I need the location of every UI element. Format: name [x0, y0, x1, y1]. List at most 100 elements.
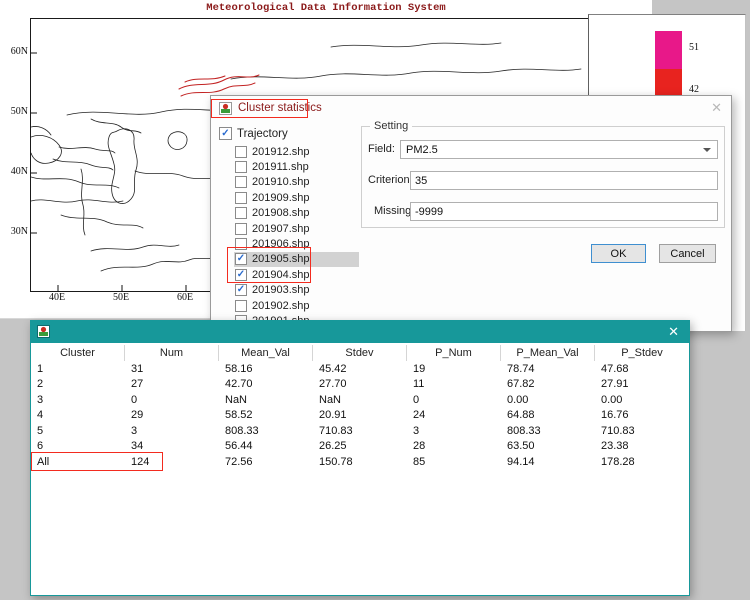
file-item[interactable]: 201906.shp [234, 236, 359, 251]
field-select-value: PM2.5 [406, 144, 438, 156]
file-checkbox[interactable] [235, 161, 247, 173]
tree-root-label: Trajectory [237, 128, 288, 140]
file-label: 201902.shp [252, 300, 310, 312]
x-tick-label: 50E [108, 292, 134, 303]
table-row[interactable]: 30NaNNaN00.000.00 [31, 392, 689, 408]
table-row[interactable]: 53808.33710.833808.33710.83 [31, 423, 689, 439]
table-cell: 67.82 [501, 378, 595, 390]
file-checkbox[interactable] [235, 223, 247, 235]
table-cell: 29 [125, 409, 219, 421]
file-item[interactable]: 201902.shp [234, 298, 359, 313]
table-titlebar: ✕ [31, 321, 689, 343]
table-cell: 178.28 [595, 456, 689, 468]
file-label: 201912.shp [252, 146, 310, 158]
file-checkbox[interactable]: ✓ [235, 269, 247, 281]
file-label: 201907.shp [252, 223, 310, 235]
cluster-statistics-dialog: Cluster statistics ✕ ✓ Trajectory 201912… [210, 95, 732, 332]
table-cell: 3 [31, 394, 125, 406]
cancel-button[interactable]: Cancel [659, 244, 716, 263]
table-cell: 808.33 [219, 425, 313, 437]
table-cell: 11 [407, 378, 501, 390]
column-header[interactable]: Stdev [313, 345, 407, 361]
column-header[interactable]: P_Stdev [595, 345, 689, 361]
table-cell: 27 [125, 378, 219, 390]
missing-input[interactable] [410, 202, 718, 221]
table-row[interactable]: 63456.4426.252863.5023.38 [31, 439, 689, 455]
file-item[interactable]: 201912.shp [234, 144, 359, 159]
colorbar-swatch [655, 31, 682, 69]
table-header: ClusterNumMean_ValStdevP_NumP_Mean_ValP_… [31, 345, 689, 361]
table-cell: 6 [31, 440, 125, 452]
y-tick-label: 30N [4, 226, 28, 237]
table-cell: 24 [407, 409, 501, 421]
colorbar-label: 42 [689, 84, 699, 95]
table-cell: 85 [407, 456, 501, 468]
file-item[interactable]: 201908.shp [234, 206, 359, 221]
file-label: 201909.shp [252, 192, 310, 204]
file-checkbox[interactable] [235, 207, 247, 219]
file-item[interactable]: ✓201903.shp [234, 283, 359, 298]
table-row[interactable]: All12472.56150.788594.14178.28 [31, 454, 689, 470]
table-cell: 710.83 [313, 425, 407, 437]
colorbar-label: 51 [689, 42, 699, 53]
file-item[interactable]: 201909.shp [234, 190, 359, 205]
file-checkbox[interactable] [235, 192, 247, 204]
file-item[interactable]: ✓201904.shp [234, 267, 359, 282]
table-cell: 28 [407, 440, 501, 452]
x-tick-label: 60E [172, 292, 198, 303]
table-cell: 58.52 [219, 409, 313, 421]
table-row[interactable]: 13158.1645.421978.7447.68 [31, 361, 689, 377]
dialog-icon [219, 102, 232, 120]
trajectory-checkbox[interactable]: ✓ [219, 127, 232, 140]
file-checkbox[interactable] [235, 238, 247, 250]
table-cell: 27.70 [313, 378, 407, 390]
column-header[interactable]: Num [125, 345, 219, 361]
criterion-input[interactable] [410, 171, 718, 190]
file-label: 201911.shp [252, 161, 309, 173]
ok-button[interactable]: OK [591, 244, 646, 263]
table-cell: 20.91 [313, 409, 407, 421]
table-cell: 47.68 [595, 363, 689, 375]
field-label: Field: [368, 143, 395, 155]
dialog-title: Cluster statistics [238, 102, 322, 114]
file-item[interactable]: 201907.shp [234, 221, 359, 236]
table-cell: 0 [407, 394, 501, 406]
table-cell: NaN [219, 394, 313, 406]
y-tick-label: 50N [4, 106, 28, 117]
table-cell: 27.91 [595, 378, 689, 390]
file-checkbox[interactable] [235, 176, 247, 188]
file-checkbox[interactable]: ✓ [235, 253, 247, 265]
table-cell: 4 [31, 409, 125, 421]
tree-root-trajectory[interactable]: ✓ Trajectory [219, 126, 288, 141]
file-checkbox[interactable] [235, 146, 247, 158]
cluster-table-window: ✕ ClusterNumMean_ValStdevP_NumP_Mean_Val… [30, 320, 690, 596]
table-cell: 45.42 [313, 363, 407, 375]
column-header[interactable]: Mean_Val [219, 345, 313, 361]
field-select[interactable]: PM2.5 [400, 140, 718, 159]
file-label: 201905.shp [252, 253, 310, 265]
table-row[interactable]: 42958.5220.912464.8816.76 [31, 408, 689, 424]
column-header[interactable]: P_Num [407, 345, 501, 361]
file-item[interactable]: 201911.shp [234, 159, 359, 174]
table-cell: 1 [31, 363, 125, 375]
close-icon[interactable]: ✕ [668, 324, 679, 340]
table-cell: 64.88 [501, 409, 595, 421]
table-cell: 5 [31, 425, 125, 437]
file-checkbox[interactable]: ✓ [235, 284, 247, 296]
table-cell: 0.00 [595, 394, 689, 406]
table-cell: 23.38 [595, 440, 689, 452]
table-cell: 710.83 [595, 425, 689, 437]
table-cell: All [31, 456, 125, 468]
table-cell: 124 [125, 456, 219, 468]
close-icon[interactable]: ✕ [711, 100, 722, 116]
file-item[interactable]: ✓ 201905.shp [234, 252, 359, 267]
file-checkbox[interactable] [235, 300, 247, 312]
desktop: Meteorological Data Information System [0, 0, 750, 600]
table-cell: 26.25 [313, 440, 407, 452]
file-item[interactable]: 201910.shp [234, 175, 359, 190]
column-header[interactable]: P_Mean_Val [501, 345, 595, 361]
table-row[interactable]: 22742.7027.701167.8227.91 [31, 377, 689, 393]
table-body: 13158.1645.421978.7447.6822742.7027.7011… [31, 361, 689, 470]
column-header[interactable]: Cluster [31, 345, 125, 361]
table-cell: 63.50 [501, 440, 595, 452]
